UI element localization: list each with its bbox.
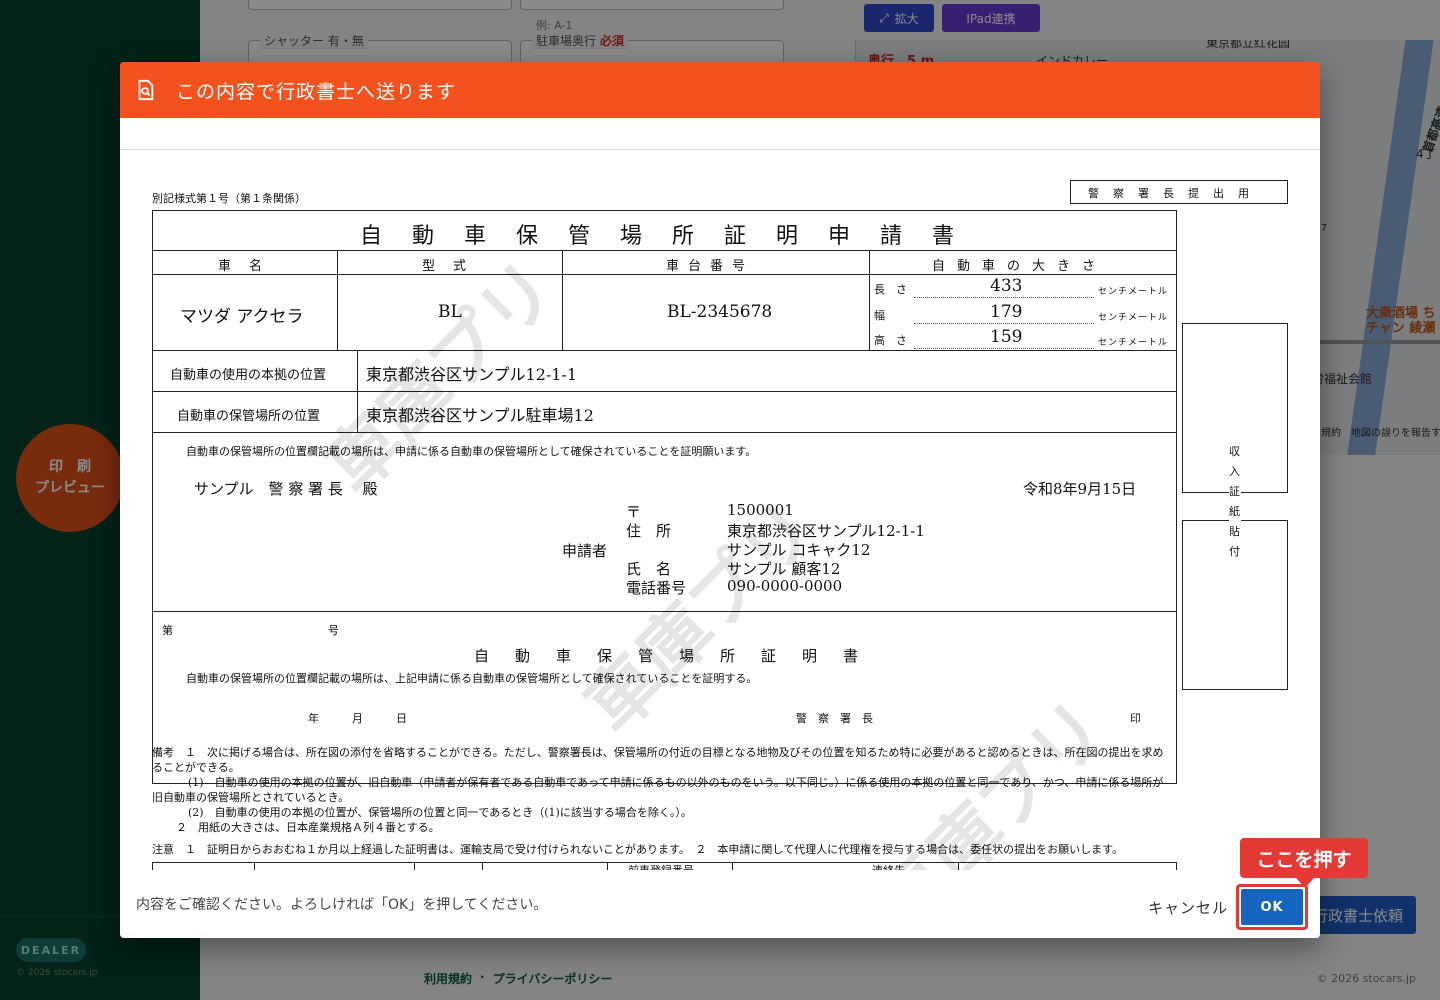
press-here-callout: ここを押す xyxy=(1240,838,1368,888)
parking-certificate-document: 別記様式第１号（第１条関係） 警察署長提出用 自動車保管場所証明申請書 車名 型… xyxy=(152,150,1292,870)
name-label: 氏 名 xyxy=(626,560,672,578)
confirm-modal: この内容で行政書士へ送ります 別記様式第１号（第１条関係） 警察署長提出用 自動… xyxy=(120,62,1320,938)
cert-text: 自動車の保管場所の位置欄記載の場所は、上記申請に係る自動車の保管場所として確保さ… xyxy=(186,672,758,685)
car-name-value: マツダ アクセラ xyxy=(180,307,304,327)
storage-location-label: 自動車の保管場所の位置 xyxy=(177,409,321,424)
model-value: BL xyxy=(438,302,462,322)
modal-document-preview[interactable]: 別記様式第１号（第１条関係） 警察署長提出用 自動車保管場所証明申請書 車名 型… xyxy=(120,150,1320,870)
cert-no-go: 号 xyxy=(328,624,339,637)
col-model: 型式 xyxy=(422,259,485,274)
cancel-button[interactable]: キャンセル xyxy=(1138,892,1238,922)
notes: 注意 １ 証明日からおおむね１か月以上経過した証明書は、運輸支局で受け付けられな… xyxy=(152,843,1123,856)
remarks-1-2: (2) 自動車の使用の本拠の位置が、保管場所の位置と同一であるとき（(1)に該当… xyxy=(188,806,692,819)
modal-spacer xyxy=(120,118,1320,150)
phone-value: 090-0000-0000 xyxy=(727,577,843,595)
request-text: 自動車の保管場所の位置欄記載の場所は、申請に係る自動車の保管場所として確保されて… xyxy=(186,445,757,458)
phone-label: 電話番号 xyxy=(626,579,687,597)
address-label: 住 所 xyxy=(626,522,672,540)
col-size: 自動車の大きさ xyxy=(932,259,1108,274)
col-car-name: 車名 xyxy=(218,259,281,274)
seal-mark: 印 xyxy=(1130,712,1141,725)
application-date: 令和8年9月15日 xyxy=(1023,480,1137,498)
applicant-label: 申請者 xyxy=(562,542,608,560)
document-search-icon xyxy=(138,79,154,101)
name-value: サンプル 顧客12 xyxy=(727,560,841,578)
length-unit: センチメートル xyxy=(1098,287,1169,297)
document-title: 自動車保管場所証明申請書 xyxy=(360,224,985,249)
ok-button[interactable]: OK xyxy=(1241,889,1303,925)
height-value: 159 xyxy=(990,327,1023,347)
submit-to-label: 警察署長提出用 xyxy=(1088,187,1263,200)
remarks-2: ２ 用紙の大きさは、日本産業規格Ａ列４番とする。 xyxy=(176,821,440,834)
bottom-partial-prev-reg: 前車登録番号 xyxy=(628,862,694,870)
height-unit: センチメートル xyxy=(1098,338,1169,348)
footer-message: 内容をご確認ください。よろしければ「OK」を押してください。 xyxy=(136,897,548,913)
police-station: サンプル 警 察 署 長 殿 xyxy=(194,480,378,498)
height-label: 高 さ xyxy=(874,334,907,347)
cert-no-dai: 第 xyxy=(162,624,173,637)
postal-label: 〒 xyxy=(626,503,642,521)
stamp-label: 収入証紙貼付 xyxy=(1229,442,1241,562)
width-unit: センチメートル xyxy=(1098,313,1169,323)
address-value: 東京都渋谷区サンプル12-1-1 xyxy=(727,522,925,540)
cert-title: 自動車保管場所証明書 xyxy=(474,647,885,665)
use-location-label: 自動車の使用の本拠の位置 xyxy=(170,368,327,383)
width-value: 179 xyxy=(990,302,1023,322)
storage-location-value: 東京都渋谷区サンプル駐車場12 xyxy=(366,406,594,425)
use-location-value: 東京都渋谷区サンプル12-1-1 xyxy=(366,365,578,384)
col-chassis: 車台番号 xyxy=(666,259,755,274)
postal-value: 1500001 xyxy=(727,501,794,519)
cert-police: 警 察 署 長 xyxy=(796,712,873,725)
length-label: 長 さ xyxy=(874,283,907,296)
modal-header: この内容で行政書士へ送ります xyxy=(120,62,1320,118)
furigana-value: サンプル コキャク12 xyxy=(727,541,871,559)
form-number: 別記様式第１号（第１条関係） xyxy=(152,192,306,205)
modal-title: この内容で行政書士へ送ります xyxy=(176,80,457,103)
length-value: 433 xyxy=(990,276,1023,296)
width-label: 幅 xyxy=(874,309,885,322)
chassis-value: BL-2345678 xyxy=(667,302,773,322)
remarks-1-1: (1) 自動車の使用の本拠の位置が、旧自動車（申請者が保有者である自動車であって… xyxy=(152,776,1164,804)
bottom-partial-contact: 連絡先 xyxy=(872,862,905,870)
remarks-1: 備考 １ 次に掲げる場合は、所在図の添付を省略することができる。ただし、警察署長… xyxy=(152,746,1164,774)
cert-date: 年 月 日 xyxy=(308,712,407,725)
